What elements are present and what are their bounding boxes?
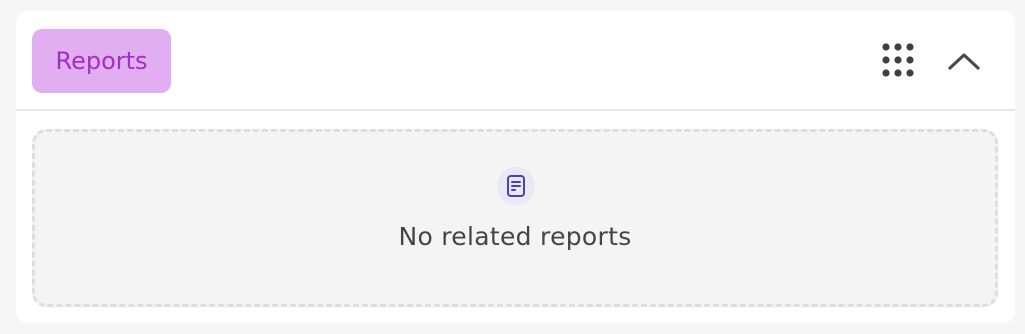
chevron-up-icon: [948, 53, 980, 70]
grid-dots-icon: [882, 43, 914, 77]
empty-state: No related reports: [32, 129, 998, 307]
panel-header: Reports: [16, 11, 1015, 111]
grid-menu-button[interactable]: [874, 39, 922, 83]
reports-badge[interactable]: Reports: [32, 29, 171, 93]
collapse-button[interactable]: [942, 39, 986, 83]
report-icon-circle: [497, 167, 535, 205]
report-document-icon: [507, 175, 525, 197]
reports-panel: Reports No related reports: [16, 11, 1015, 323]
empty-state-message: No related reports: [398, 222, 632, 251]
